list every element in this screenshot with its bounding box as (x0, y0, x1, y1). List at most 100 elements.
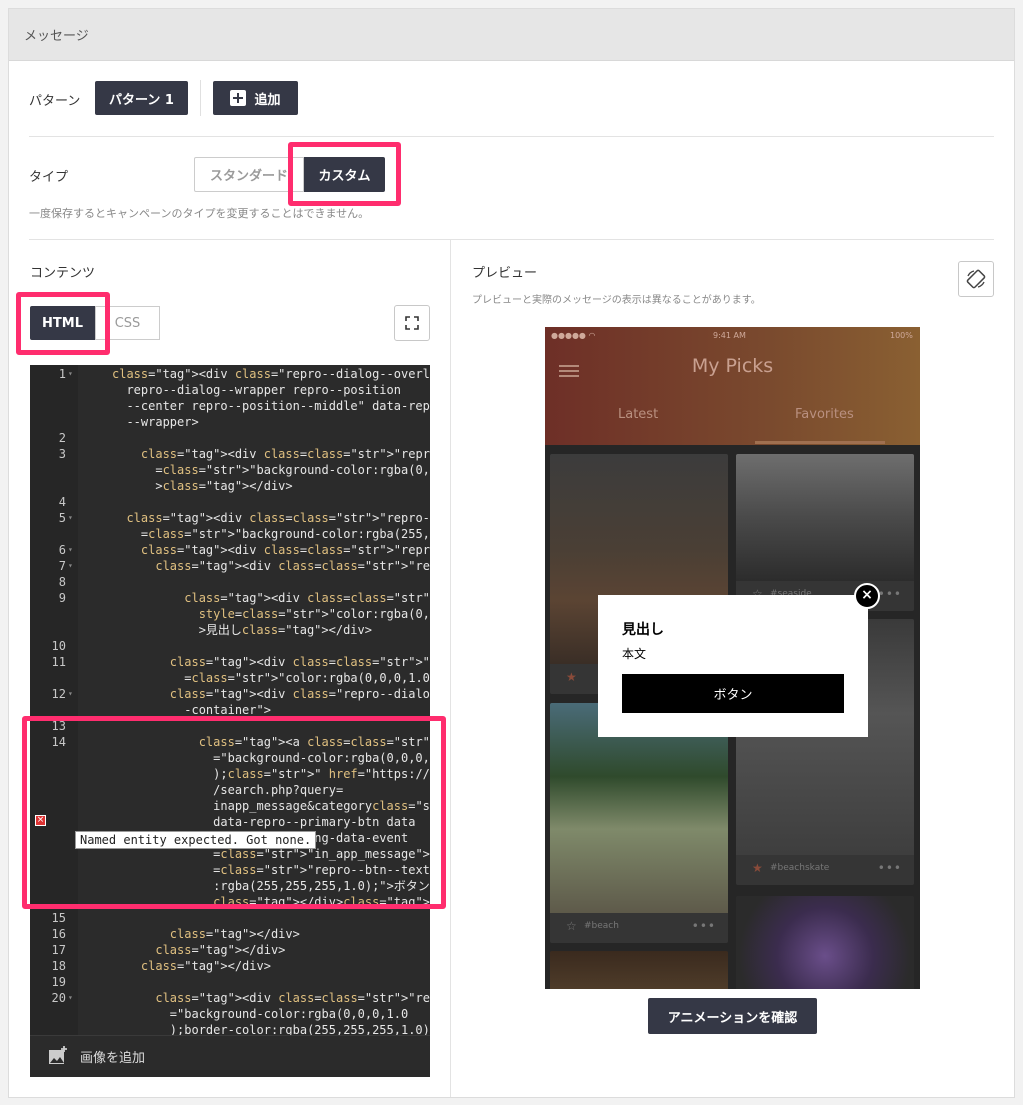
caption-beachskate: #beachskate (770, 863, 830, 873)
fold-chevron-icon[interactable]: ▾ (68, 990, 73, 1006)
expand-icon (405, 316, 419, 330)
code-line[interactable]: 17 class="tag"></div> (30, 942, 430, 958)
code-text: --wrapper> (112, 415, 199, 429)
code-line[interactable]: 1 ▾ class="tag"><div class="repro--dialog-… (30, 366, 430, 382)
pattern-1-button[interactable]: パターン 1 (95, 81, 188, 115)
image-add-icon (49, 1046, 67, 1064)
more-icon: ••• (877, 587, 902, 601)
photo-partial (550, 951, 728, 989)
panel-title: メッセージ (24, 29, 89, 44)
code-text: >見出しclass="tag"></div> (112, 623, 372, 637)
code-line[interactable]: 15 (30, 910, 430, 926)
code-line[interactable]: =class="str">"background-color:rgba(255,… (30, 526, 430, 542)
code-line[interactable]: repro--dialog--wrapper repro--position (30, 382, 430, 398)
fold-chevron-icon[interactable]: ▾ (68, 558, 73, 574)
line-number: 12 (51, 687, 66, 701)
code-line[interactable]: >class="tag"></div> (30, 478, 430, 494)
code-line[interactable]: 20 ▾ class="tag"><div class=class="str">"… (30, 990, 430, 1006)
photo-card (736, 896, 914, 989)
code-line[interactable]: style=class="str">"color:rgba(0,0,0,1.0)… (30, 606, 430, 622)
column-divider (450, 240, 451, 1097)
star-icon: ★ (752, 861, 763, 875)
code-text: style=class="str">"color:rgba(0,0,0,1.0)… (198, 607, 430, 621)
line-number: 1 (58, 367, 66, 381)
highlight-box (22, 716, 446, 909)
code-line[interactable]: 18 class="tag"></div> (30, 958, 430, 974)
highlight-box (16, 292, 110, 355)
fold-chevron-icon[interactable]: ▾ (68, 366, 73, 382)
add-image-button[interactable]: 画像を追加 (48, 1046, 145, 1066)
code-line[interactable]: 2 (30, 430, 430, 446)
rotate-device-button[interactable] (958, 261, 994, 297)
code-line[interactable]: >見出しclass="tag"></div> (30, 622, 430, 638)
in-app-dialog: 見出し 本文 ボタン (598, 595, 868, 737)
highlight-box (288, 142, 401, 206)
code-line[interactable]: ="background-color:rgba(0,0,0,1.0 (30, 1006, 430, 1022)
status-time: 9:41 AM (713, 331, 746, 340)
line-number: 18 (51, 959, 66, 973)
fold-chevron-icon[interactable]: ▾ (68, 510, 73, 526)
code-line[interactable]: 8 (30, 574, 430, 590)
line-number: 20 (51, 991, 66, 1005)
divider (29, 136, 994, 137)
dialog-button[interactable]: ボタン (622, 674, 844, 713)
code-line[interactable]: 19 (30, 974, 430, 990)
panel-header: メッセージ (9, 9, 1014, 61)
code-line[interactable]: =class="str">"color:rgba(0,0,0,1.0);">本文… (30, 670, 430, 686)
code-line[interactable]: 5 ▾ class="tag"><div class=class="str">"r… (30, 510, 430, 526)
rotate-icon (966, 269, 986, 289)
line-number: 15 (51, 911, 66, 925)
fold-chevron-icon[interactable]: ▾ (68, 686, 73, 702)
code-line[interactable]: 4 (30, 494, 430, 510)
error-tooltip: Named entity expected. Got none. (75, 831, 317, 849)
code-text: class="tag"><div class=class="str">"repr… (126, 511, 430, 525)
type-note: 一度保存するとキャンペーンのタイプを変更することはできません。 (29, 207, 370, 220)
code-line[interactable]: --center repro--position--middle" data-r… (30, 398, 430, 414)
app-title: My Picks (691, 355, 774, 377)
star-icon: ★ (566, 670, 577, 684)
code-text: class="tag"></div> (169, 927, 300, 941)
line-number: 16 (51, 927, 66, 941)
code-text: class="tag"></div> (155, 943, 286, 957)
photo-seaside (736, 454, 914, 581)
dialog-body: 本文 (622, 647, 647, 661)
code-line[interactable]: --wrapper> (30, 414, 430, 430)
code-text: =class="str">"color:rgba(0,0,0,1.0);">本文… (112, 671, 430, 685)
add-pattern-button[interactable]: 追加 (213, 81, 298, 115)
code-text: --center repro--position--middle" data-r… (112, 399, 430, 413)
code-line[interactable]: 7 ▾ class="tag"><div class=class="str">"r… (30, 558, 430, 574)
code-text: ="background-color:rgba(0,0,0,1.0 (112, 1007, 409, 1021)
line-number: 10 (51, 639, 66, 653)
code-text: class="tag"><div class="repro--dialog--b… (169, 687, 430, 701)
error-icon[interactable]: × (35, 815, 46, 826)
close-icon[interactable]: × (854, 583, 880, 609)
code-line[interactable]: 3 class="tag"><div class=class="str">"re… (30, 446, 430, 462)
fullscreen-button[interactable] (394, 305, 430, 341)
code-line[interactable]: 6 ▾ class="tag"><div class=class="str">"r… (30, 542, 430, 558)
code-line[interactable]: =class="str">"background-color:rgba(0,0,… (30, 462, 430, 478)
code-line[interactable]: 11 class="tag"><div class=class="str">"r… (30, 654, 430, 670)
code-line[interactable]: 9 class="tag"><div class=class="str">"re… (30, 590, 430, 606)
divider (200, 80, 201, 116)
line-number: 17 (51, 943, 66, 957)
add-label: 追加 (254, 92, 281, 108)
fold-chevron-icon[interactable]: ▾ (68, 542, 73, 558)
check-animation-button[interactable]: アニメーションを確認 (648, 998, 817, 1034)
code-text: class="tag"><div class=class="str">"repr… (184, 591, 430, 605)
line-number: 6 (58, 543, 66, 557)
code-text: class="tag"></div> (140, 959, 271, 973)
code-line[interactable]: 10 (30, 638, 430, 654)
line-number: 3 (58, 447, 66, 461)
line-number: 2 (58, 431, 66, 445)
code-line[interactable]: 12 ▾ class="tag"><div class="repro--dialo… (30, 686, 430, 702)
code-text: class="tag"><div class="repro--dialog--o… (112, 367, 430, 381)
tab-indicator (755, 441, 885, 444)
preview-title: プレビュー (472, 266, 538, 281)
more-icon: ••• (877, 861, 902, 875)
pattern-label: パターン (29, 94, 81, 109)
code-text: class="tag"><div class=class="str">"repr… (140, 447, 430, 461)
line-number: 11 (51, 655, 66, 669)
photo-flowers (736, 896, 914, 989)
code-line[interactable]: 16 class="tag"></div> (30, 926, 430, 942)
star-outline-icon: ☆ (566, 919, 577, 933)
